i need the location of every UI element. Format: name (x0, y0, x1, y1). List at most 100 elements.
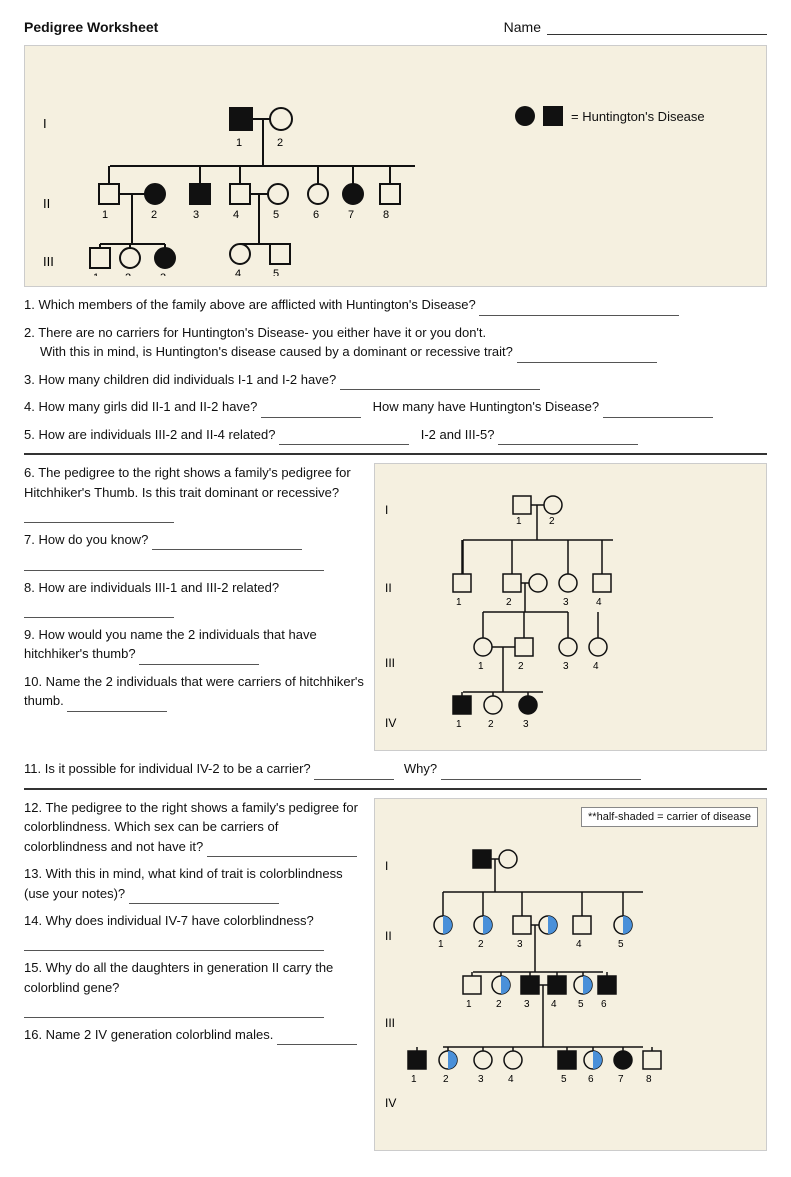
huntingtons-pedigree-svg: I II III 1 2 1 2 (35, 56, 495, 276)
q7-text: 7. How do you know? (24, 532, 148, 547)
svg-text:III: III (385, 1016, 395, 1030)
svg-text:II: II (385, 581, 392, 595)
q4b-text: How many have Huntington's Disease? (373, 399, 600, 414)
huntingtons-legend: = Huntington's Disease (515, 106, 705, 126)
svg-text:1: 1 (438, 939, 444, 950)
q15-text: 15. Why do all the daughters in generati… (24, 960, 333, 995)
svg-text:II: II (43, 196, 50, 211)
svg-text:2: 2 (478, 939, 484, 950)
q2b-line: With this in mind, is Huntington's disea… (24, 342, 767, 363)
q5b-text: I-2 and III-5? (421, 427, 495, 442)
svg-text:7: 7 (348, 209, 354, 221)
svg-text:4: 4 (233, 209, 239, 221)
svg-text:IV: IV (385, 716, 396, 730)
name-label: Name (504, 19, 541, 35)
svg-text:3: 3 (160, 272, 166, 276)
q16-text: 16. Name 2 IV generation colorblind male… (24, 1027, 273, 1042)
huntingtons-pedigree-section: I II III 1 2 1 2 (24, 45, 767, 287)
svg-text:III: III (385, 656, 395, 670)
svg-text:2: 2 (151, 209, 157, 221)
hitchhiker-questions: 6. The pedigree to the right shows a fam… (24, 463, 364, 759)
questions-section-2b: 11. Is it possible for individual IV-2 t… (24, 759, 767, 780)
svg-text:2: 2 (125, 272, 131, 276)
svg-text:4: 4 (576, 939, 582, 950)
svg-text:5: 5 (273, 209, 279, 221)
svg-text:5: 5 (578, 999, 584, 1010)
q4a-text: 4. How many girls did II-1 and II-2 have… (24, 399, 257, 414)
svg-text:2: 2 (488, 719, 494, 730)
svg-text:1: 1 (516, 516, 522, 527)
q12-line: 12. The pedigree to the right shows a fa… (24, 798, 364, 858)
questions-section-1: 1. Which members of the family above are… (24, 295, 767, 445)
colorblind-pedigree-svg: I II III IV 1 2 3 (383, 832, 703, 1142)
legend-label: = Huntington's Disease (571, 109, 705, 124)
name-underline (547, 18, 767, 35)
svg-text:2: 2 (443, 1074, 449, 1085)
q6-text: 6. The pedigree to the right shows a fam… (24, 465, 351, 500)
q2-line: 2. There are no carriers for Huntington'… (24, 323, 767, 363)
svg-text:3: 3 (563, 661, 569, 672)
q9-line: 9. How would you name the 2 individuals … (24, 625, 364, 665)
q14-line: 14. Why does individual IV-7 have colorb… (24, 911, 364, 951)
q3-line: 3. How many children did individuals I-1… (24, 370, 767, 391)
svg-text:III: III (43, 254, 54, 269)
svg-text:7: 7 (618, 1074, 624, 1085)
svg-text:4: 4 (508, 1074, 514, 1085)
q4-line: 4. How many girls did II-1 and II-2 have… (24, 397, 767, 418)
svg-text:4: 4 (235, 268, 241, 276)
colorblind-questions: 12. The pedigree to the right shows a fa… (24, 798, 364, 1159)
q5-text: 5. How are individuals III-2 and II-4 re… (24, 427, 275, 442)
q8-line: 8. How are individuals III-1 and III-2 r… (24, 578, 364, 618)
q15-line: 15. Why do all the daughters in generati… (24, 958, 364, 1018)
svg-text:3: 3 (517, 939, 523, 950)
svg-text:3: 3 (563, 597, 569, 608)
svg-text:1: 1 (411, 1074, 417, 1085)
q10-line: 10. Name the 2 individuals that were car… (24, 672, 364, 712)
q2a-text: 2. There are no carriers for Huntington'… (24, 323, 767, 343)
svg-text:2: 2 (549, 516, 555, 527)
q14-text: 14. Why does individual IV-7 have colorb… (24, 913, 314, 928)
q5-line: 5. How are individuals III-2 and II-4 re… (24, 425, 767, 446)
hitchhiker-section: 6. The pedigree to the right shows a fam… (24, 463, 767, 759)
svg-text:5: 5 (561, 1074, 567, 1085)
svg-text:5: 5 (273, 268, 279, 276)
svg-text:2: 2 (518, 661, 524, 672)
svg-text:1: 1 (456, 719, 462, 730)
divider-2 (24, 788, 767, 790)
colorblind-section: 12. The pedigree to the right shows a fa… (24, 798, 767, 1159)
svg-text:4: 4 (593, 661, 599, 672)
colorblind-legend-text: **half-shaded = carrier of disease (588, 811, 751, 823)
q1-text: 1. Which members of the family above are… (24, 297, 476, 312)
q6-line: 6. The pedigree to the right shows a fam… (24, 463, 364, 523)
q7-line: 7. How do you know? (24, 530, 364, 571)
colorblind-legend: **half-shaded = carrier of disease (581, 807, 758, 827)
svg-text:3: 3 (524, 999, 530, 1010)
svg-text:8: 8 (646, 1074, 652, 1085)
hitchhiker-pedigree-section: I II III IV 1 2 1 2 (374, 463, 767, 751)
q2b-text: With this in mind, is Huntington's disea… (40, 344, 513, 359)
svg-text:5: 5 (618, 939, 624, 950)
svg-text:6: 6 (313, 209, 319, 221)
svg-text:1: 1 (456, 597, 462, 608)
svg-text:2: 2 (496, 999, 502, 1010)
q16-line: 16. Name 2 IV generation colorblind male… (24, 1025, 364, 1046)
svg-text:4: 4 (596, 597, 602, 608)
divider-1 (24, 453, 767, 455)
svg-text:2: 2 (506, 597, 512, 608)
svg-text:8: 8 (383, 209, 389, 221)
svg-text:I: I (385, 859, 388, 873)
q11-line: 11. Is it possible for individual IV-2 t… (24, 759, 767, 780)
page-header: Pedigree Worksheet Name (24, 18, 767, 35)
q13-line: 13. With this in mind, what kind of trai… (24, 864, 364, 904)
svg-text:I: I (385, 503, 388, 517)
colorblind-pedigree-section: **half-shaded = carrier of disease I II … (374, 798, 767, 1151)
svg-text:1: 1 (466, 999, 472, 1010)
svg-text:I: I (43, 116, 47, 131)
name-line: Name (504, 18, 767, 35)
svg-text:1: 1 (478, 661, 484, 672)
svg-text:1: 1 (236, 137, 242, 149)
q8-text: 8. How are individuals III-1 and III-2 r… (24, 580, 279, 595)
svg-text:6: 6 (588, 1074, 594, 1085)
svg-text:3: 3 (478, 1074, 484, 1085)
svg-text:1: 1 (102, 209, 108, 221)
